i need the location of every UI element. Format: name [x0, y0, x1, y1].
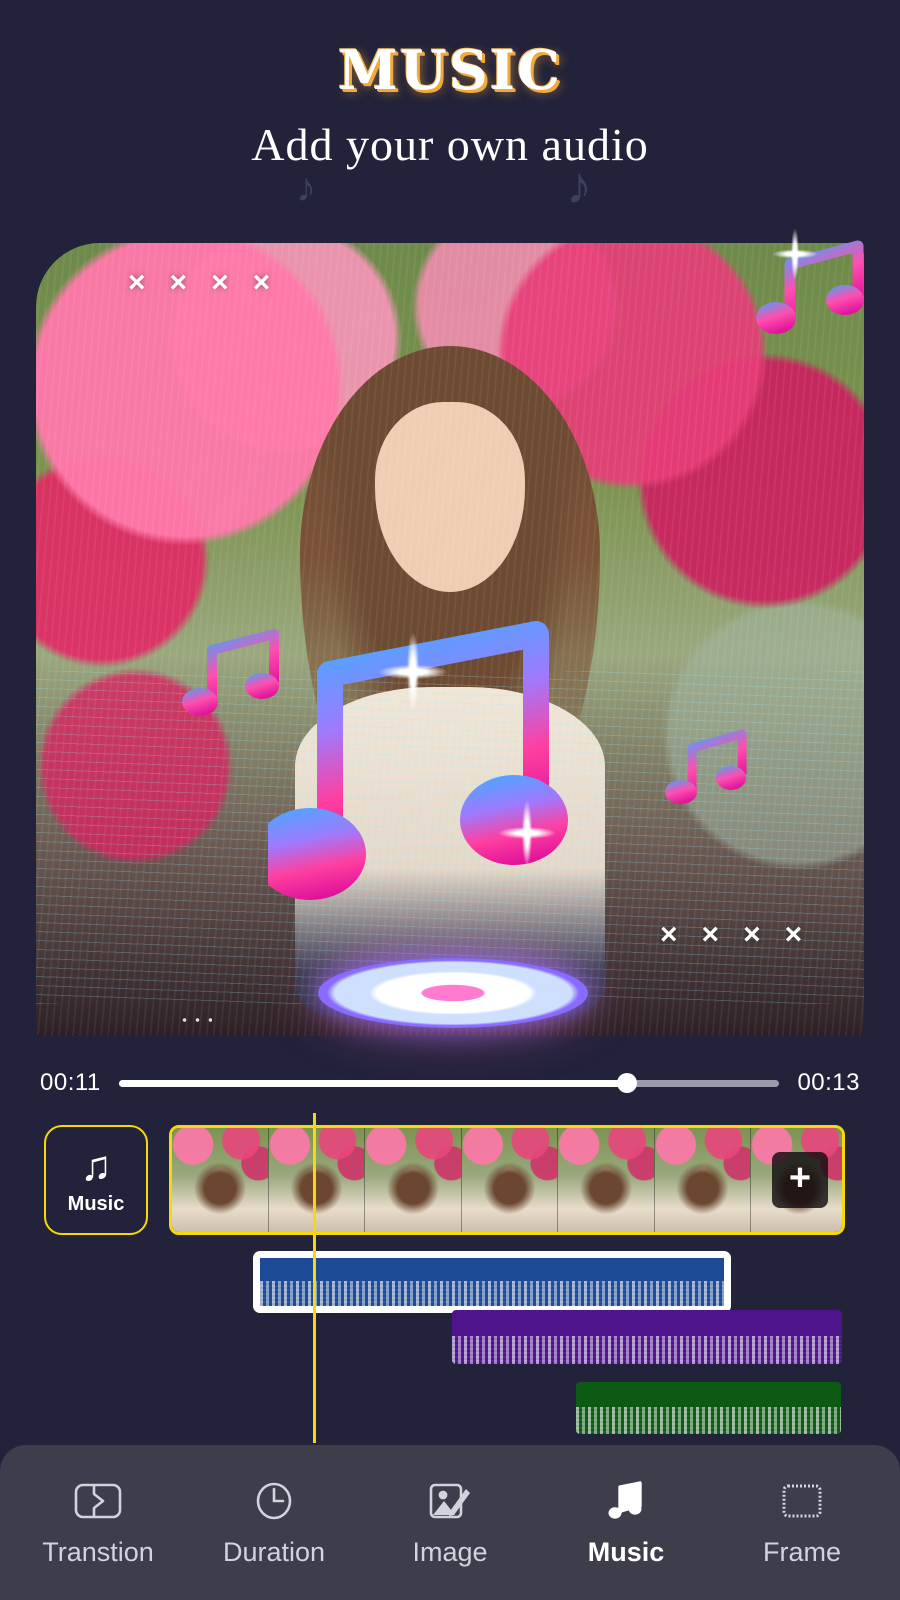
- header: MUSIC Add your own audio: [0, 0, 900, 215]
- x-icon: ×: [128, 266, 146, 299]
- playback-progress: 00:11 00:13: [0, 1062, 900, 1104]
- page-title: MUSIC: [337, 38, 563, 102]
- image-edit-icon: [424, 1477, 476, 1525]
- x-icon: ×: [252, 266, 271, 299]
- music-editor-screen: MUSIC Add your own audio ♪ ♪ × × × × × ×…: [0, 0, 900, 1600]
- filmstrip-frame[interactable]: [268, 1128, 365, 1232]
- progress-fill: [118, 1079, 628, 1087]
- add-music-button[interactable]: ♫ Music: [44, 1125, 148, 1235]
- page-subtitle: Add your own audio: [251, 119, 649, 170]
- add-music-button-label: Music: [67, 1192, 125, 1215]
- dot-grid-decoration: [178, 1009, 212, 1036]
- frame-icon: [776, 1477, 828, 1525]
- nav-item-image[interactable]: Image: [370, 1477, 530, 1568]
- nav-item-music[interactable]: Music: [546, 1477, 706, 1568]
- sparkle-icon: [772, 228, 818, 280]
- filmstrip-frame[interactable]: [172, 1128, 269, 1232]
- x-icon: ×: [211, 266, 229, 299]
- current-time-label: 00:11: [40, 1069, 101, 1096]
- nav-label: Image: [412, 1537, 488, 1567]
- progress-slider[interactable]: [118, 1073, 780, 1093]
- video-filmstrip[interactable]: +: [169, 1125, 845, 1235]
- x-icon: ×: [660, 918, 678, 951]
- progress-knob[interactable]: [617, 1073, 638, 1093]
- x-icon: ×: [169, 266, 188, 299]
- x-marks-top-left: × × × ×: [128, 268, 270, 298]
- nav-label: Transtion: [42, 1537, 154, 1567]
- music-note-small-icon: [665, 729, 747, 804]
- audio-clip[interactable]: [576, 1382, 841, 1434]
- sparkle-icon: [498, 800, 556, 866]
- waveform: [260, 1274, 724, 1306]
- trim-handle-left[interactable]: [255, 1269, 259, 1295]
- playhead[interactable]: [313, 1113, 316, 1443]
- clock-icon: [248, 1477, 300, 1525]
- sparkle-icon: [378, 632, 448, 712]
- nav-label: Music: [587, 1537, 665, 1567]
- filmstrip-frame[interactable]: [365, 1128, 462, 1232]
- waveform: [576, 1399, 841, 1434]
- music-note-icon: [600, 1477, 652, 1525]
- nav-label: Duration: [222, 1537, 326, 1567]
- waveform: [452, 1328, 842, 1364]
- decorative-music-note-icon: ♪: [566, 157, 592, 215]
- transition-icon: [72, 1477, 124, 1525]
- filmstrip-frame[interactable]: [654, 1128, 751, 1232]
- glow-disc-decoration: [318, 958, 588, 1028]
- total-time-label: 00:13: [797, 1069, 860, 1096]
- audio-clip-selected[interactable]: [253, 1251, 731, 1313]
- filmstrip-frame[interactable]: [558, 1128, 655, 1232]
- nav-item-transition[interactable]: Transtion: [18, 1477, 178, 1568]
- bottom-navigation: Transtion Duration Image Music Frame: [0, 1445, 900, 1600]
- nav-item-duration[interactable]: Duration: [194, 1477, 354, 1568]
- audio-clip[interactable]: [452, 1310, 842, 1364]
- add-media-button[interactable]: +: [772, 1152, 828, 1208]
- x-icon: ×: [743, 918, 761, 951]
- nav-label: Frame: [762, 1537, 841, 1567]
- filmstrip-frame[interactable]: [461, 1128, 558, 1232]
- x-icon: ×: [784, 918, 803, 951]
- nav-item-frame[interactable]: Frame: [722, 1477, 882, 1568]
- x-marks-bottom-right: × × × ×: [660, 920, 802, 950]
- decorative-music-note-icon: ♪: [296, 166, 316, 210]
- music-note-icon: ♫: [80, 1141, 112, 1189]
- x-icon: ×: [701, 918, 720, 951]
